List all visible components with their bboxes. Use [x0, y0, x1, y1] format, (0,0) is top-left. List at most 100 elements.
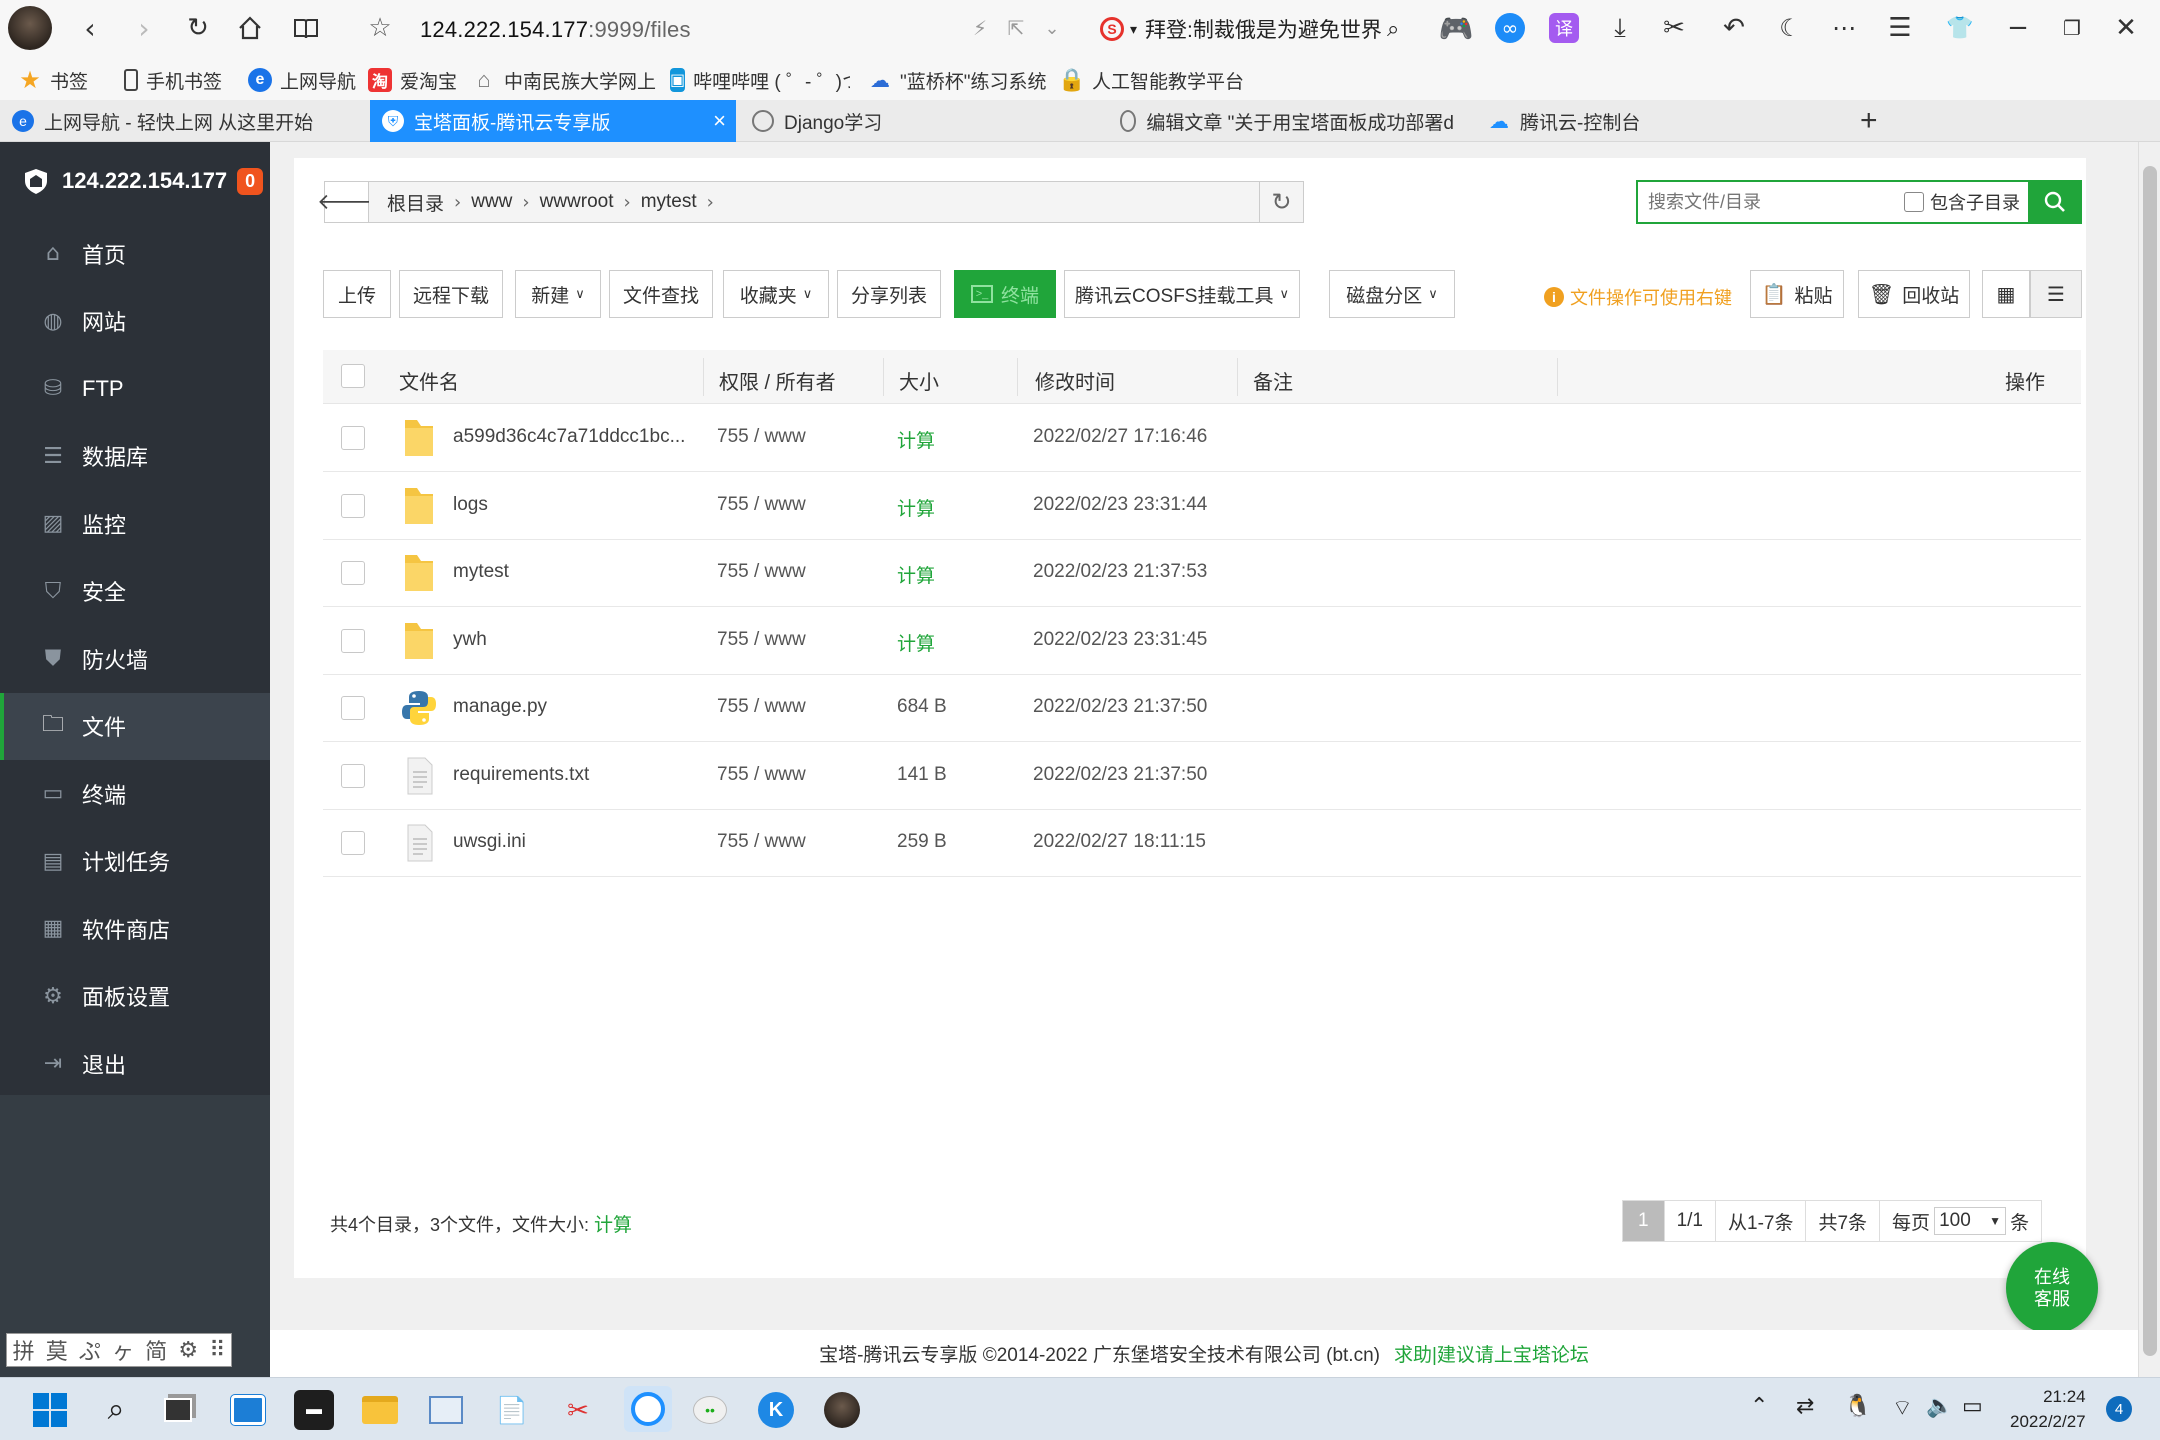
snipping-tool-icon[interactable]: ✂	[558, 1390, 598, 1430]
file-name[interactable]: uwsgi.ini	[453, 831, 526, 853]
menu-icon[interactable]: ☰	[1882, 10, 1918, 46]
file-name[interactable]: a599d36c4c7a71ddcc1bc...	[453, 426, 685, 448]
file-find-button[interactable]: 文件查找	[609, 270, 713, 318]
infinity-icon[interactable]: ∞	[1492, 10, 1528, 46]
new-tab-button[interactable]: +	[1852, 100, 1892, 142]
calc-size-link[interactable]: 计算	[594, 1215, 632, 1236]
row-checkbox[interactable]	[341, 561, 365, 585]
file-row[interactable]: manage.py 755 / www 684 B 2022/02/23 21:…	[323, 674, 2081, 742]
bookmark-item[interactable]: ⌂ 中南民族大学网上	[472, 66, 656, 94]
upload-button[interactable]: 上传	[323, 270, 391, 318]
sidebar-item-store[interactable]: ▦ 软件商店	[0, 895, 270, 963]
cosfs-button[interactable]: 腾讯云COSFS挂载工具 ∨	[1064, 270, 1300, 318]
row-checkbox[interactable]	[341, 764, 365, 788]
tray-expand-icon[interactable]: ⌃	[1750, 1394, 1768, 1419]
translate-icon[interactable]: 译	[1546, 10, 1582, 46]
back-button[interactable]: 🡐	[317, 182, 376, 222]
tab-close-icon[interactable]: ×	[713, 108, 726, 134]
remote-download-button[interactable]: 远程下载	[399, 270, 503, 318]
sidebar-item-logout[interactable]: ⇥ 退出	[0, 1030, 270, 1098]
scrollbar-thumb[interactable]	[2143, 166, 2157, 1356]
tab-edit-article[interactable]: 编辑文章 "关于用宝塔面板成功部署d	[1108, 100, 1454, 142]
row-checkbox[interactable]	[341, 426, 365, 450]
tab-django[interactable]: Django学习	[740, 100, 1104, 142]
chevron-down-icon[interactable]: ⌄	[1034, 10, 1070, 46]
crumb-root[interactable]: 根目录	[377, 189, 454, 216]
task-view-icon[interactable]	[158, 1390, 198, 1430]
sidebar-item-terminal[interactable]: ▭ 终端	[0, 760, 270, 828]
tab-tencent-cloud[interactable]: ☁ 腾讯云-控制台	[1476, 100, 1816, 142]
search-button[interactable]	[2028, 180, 2082, 224]
user-app-icon[interactable]	[822, 1390, 862, 1430]
col-modified[interactable]: 修改时间	[1035, 366, 1115, 395]
col-permission[interactable]: 权限 / 所有者	[719, 366, 836, 395]
forward-icon[interactable]: ›	[126, 10, 162, 46]
reader-icon[interactable]	[288, 10, 324, 46]
file-perm[interactable]: 755 / www	[717, 764, 806, 786]
reload-icon[interactable]: ↻	[180, 10, 216, 46]
file-row[interactable]: uwsgi.ini 755 / www 259 B 2022/02/27 18:…	[323, 809, 2081, 877]
download-icon[interactable]: ⤓	[1602, 10, 1638, 46]
close-icon[interactable]: ✕	[2108, 10, 2144, 46]
volume-icon[interactable]: 🔈	[1926, 1394, 1953, 1419]
bookmark-item[interactable]: ☁ "蓝桥杯"练习系统	[868, 66, 1047, 94]
sidebar-item-files[interactable]: 🗀 文件	[0, 692, 270, 760]
game-icon[interactable]: 🎮	[1438, 10, 1474, 46]
sidebar-item-website[interactable]: ◍ 网站	[0, 288, 270, 356]
sidebar-item-ftp[interactable]: ⛁ FTP	[0, 355, 270, 423]
magnifier-icon[interactable]: ⌕	[1387, 16, 1399, 42]
file-row[interactable]: a599d36c4c7a71ddcc1bc... 755 / www 计算 20…	[323, 404, 2081, 472]
ime-mode[interactable]: 莫	[46, 1334, 68, 1366]
file-explorer-icon[interactable]	[360, 1390, 400, 1430]
qq-icon[interactable]: 🐧	[1844, 1394, 1871, 1419]
browser-app-icon[interactable]	[624, 1386, 672, 1432]
search-engine-box[interactable]: S ▾ 拜登:制裁俄是为避免世界大 ⌕	[1100, 10, 1420, 48]
back-icon[interactable]: ‹	[72, 10, 108, 46]
recycle-bin-button[interactable]: 🗑 回收站	[1858, 270, 1970, 318]
file-perm[interactable]: 755 / www	[717, 561, 806, 583]
restore-icon[interactable]: ❐	[2054, 10, 2090, 46]
file-name[interactable]: mytest	[453, 561, 509, 583]
col-filename[interactable]: 文件名	[399, 366, 459, 395]
document-app-icon[interactable]: 📄	[492, 1390, 532, 1430]
row-checkbox[interactable]	[341, 494, 365, 518]
undo-icon[interactable]: ↶	[1716, 10, 1752, 46]
file-row[interactable]: logs 755 / www 计算 2022/02/23 23:31:44	[323, 472, 2081, 540]
bookmark-item[interactable]: 手机书签	[124, 66, 222, 94]
ime-pinyin[interactable]: 拼	[13, 1334, 35, 1366]
file-size[interactable]: 计算	[897, 426, 935, 453]
search-icon[interactable]: ⌕	[96, 1390, 136, 1430]
page-current[interactable]: 1	[1623, 1201, 1665, 1241]
more-icon[interactable]: ⋯	[1826, 10, 1862, 46]
page-size-select[interactable]: 100 ▼	[1934, 1207, 2007, 1235]
star-icon[interactable]: ☆	[362, 10, 398, 46]
file-size[interactable]: 计算	[897, 494, 935, 521]
tray-sync-icon[interactable]: ⇄	[1796, 1394, 1814, 1419]
tab-nav[interactable]: e 上网导航 - 轻快上网 从这里开始	[0, 100, 370, 142]
file-perm[interactable]: 755 / www	[717, 426, 806, 448]
crumb-www[interactable]: www	[461, 191, 522, 213]
ime-toolbar[interactable]: 拼 莫 ぷ ヶ 简 ⚙ ⠿	[6, 1333, 232, 1367]
ime-settings-icon[interactable]: ⚙	[178, 1337, 198, 1363]
paste-button[interactable]: 📋 粘贴	[1750, 270, 1844, 318]
grid-view-button[interactable]: ▦	[1982, 270, 2030, 318]
refresh-button[interactable]: ↻	[1259, 182, 1303, 222]
online-service-button[interactable]: 在线 客服	[2006, 1242, 2098, 1334]
page-scrollbar[interactable]	[2138, 142, 2160, 1377]
breadcrumb-path[interactable]: 根目录 › www › wwwroot › mytest ›	[369, 182, 1303, 222]
lightning-icon[interactable]: ⚡	[962, 10, 998, 46]
file-perm[interactable]: 755 / www	[717, 831, 806, 853]
sidebar-item-home[interactable]: ⌂ 首页	[0, 220, 270, 288]
list-view-button[interactable]: ☰	[2030, 270, 2082, 318]
share-list-button[interactable]: 分享列表	[837, 270, 941, 318]
wechat-icon[interactable]: ••	[690, 1390, 730, 1430]
ime-punct[interactable]: ぷ	[79, 1334, 101, 1366]
file-perm[interactable]: 755 / www	[717, 629, 806, 651]
select-all-checkbox[interactable]	[341, 364, 365, 388]
forum-link[interactable]: 求助|建议请上宝塔论坛	[1394, 1340, 1589, 1367]
file-size[interactable]: 计算	[897, 629, 935, 656]
chart-app-icon[interactable]	[426, 1390, 466, 1430]
alert-badge[interactable]: 0	[237, 167, 264, 195]
user-avatar[interactable]	[8, 6, 52, 50]
terminal-app-icon[interactable]: ▬	[294, 1390, 334, 1430]
